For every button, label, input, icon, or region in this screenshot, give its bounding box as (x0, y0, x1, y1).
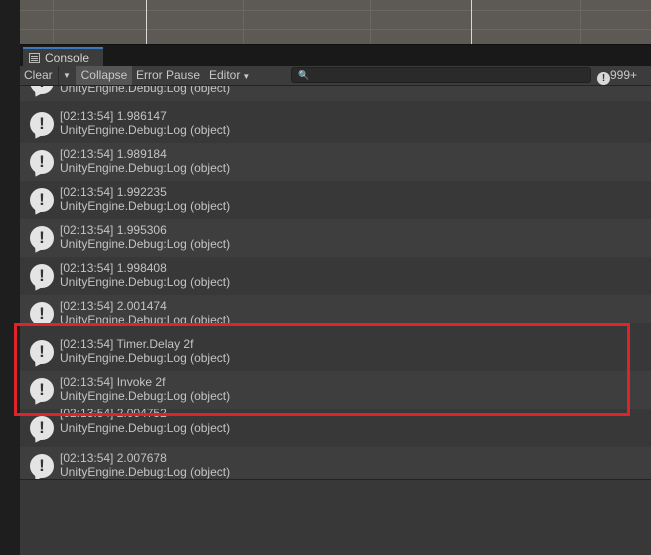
scene-view[interactable] (20, 0, 651, 44)
grid-line (146, 0, 147, 44)
clear-button[interactable]: Clear (24, 66, 53, 85)
editor-dropdown[interactable]: Editor ▼ (209, 66, 250, 85)
info-icon: ! (30, 86, 54, 94)
clear-options-dropdown[interactable]: ▼ (58, 66, 75, 85)
info-icon: ! (30, 226, 54, 250)
log-message: [02:13:54] Timer.Delay 2f (60, 337, 194, 351)
log-entry[interactable]: ! [02:13:54] 1.998408 UnityEngine.Debug:… (20, 257, 651, 295)
log-message: [02:13:54] Invoke 2f (60, 375, 166, 389)
info-icon: ! (30, 112, 54, 136)
grid-line (243, 0, 244, 44)
log-entry[interactable]: ! [02:13:54] 2.001474 UnityEngine.Debug:… (20, 295, 651, 323)
error-pause-toggle[interactable]: Error Pause (136, 66, 200, 85)
log-stacktrace: UnityEngine.Debug:Log (object) (60, 275, 231, 289)
log-entry[interactable]: ! [02:13:54] 2.004752 UnityEngine.Debug:… (20, 409, 651, 447)
log-entry[interactable]: ! [02:13:54] 1.989184 UnityEngine.Debug:… (20, 143, 651, 181)
message-count-label: 999+ (610, 68, 638, 82)
tab-console[interactable]: Console (23, 47, 103, 67)
log-stacktrace: UnityEngine.Debug:Log (object) (60, 86, 231, 95)
log-message: [02:13:54] 1.998408 (60, 261, 167, 275)
log-stacktrace: UnityEngine.Debug:Log (object) (60, 389, 231, 403)
log-message: [02:13:54] 1.986147 (60, 109, 167, 123)
search-icon: 🔍 (298, 70, 310, 80)
log-entry[interactable]: ! [02:13:54] 1.986147 UnityEngine.Debug:… (20, 105, 651, 143)
log-stacktrace: UnityEngine.Debug:Log (object) (60, 123, 231, 137)
console-icon (29, 53, 40, 63)
left-panel-edge (0, 0, 20, 555)
info-icon: ! (30, 378, 54, 402)
log-entry[interactable]: ! [02:13:54] 1.995306 UnityEngine.Debug:… (20, 219, 651, 257)
log-message: [02:13:54] 1.995306 (60, 223, 167, 237)
editor-dropdown-label: Editor (209, 68, 241, 82)
grid-line (20, 10, 651, 11)
grid-line (53, 0, 54, 44)
log-entry[interactable]: ! [02:13:54] 1.992235 UnityEngine.Debug:… (20, 181, 651, 219)
log-stacktrace: UnityEngine.Debug:Log (object) (60, 161, 231, 175)
log-message: [02:13:54] 2.001474 (60, 299, 167, 313)
log-list[interactable]: ! UnityEngine.Debug:Log (object) ! [02:1… (20, 86, 651, 479)
grid-line (580, 0, 581, 44)
log-entry[interactable]: ! [02:13:54] Timer.Delay 2f UnityEngine.… (20, 333, 651, 371)
log-stacktrace: UnityEngine.Debug:Log (object) (60, 313, 231, 323)
info-icon: ! (597, 72, 610, 85)
info-icon: ! (30, 264, 54, 288)
grid-line (370, 0, 371, 44)
log-stacktrace: UnityEngine.Debug:Log (object) (60, 465, 231, 479)
log-stacktrace: UnityEngine.Debug:Log (object) (60, 237, 231, 251)
log-message: [02:13:54] 2.007678 (60, 451, 167, 465)
tab-console-label: Console (45, 51, 90, 65)
log-entry[interactable]: ! [02:13:54] Invoke 2f UnityEngine.Debug… (20, 371, 651, 409)
console-toolbar: Clear ▼ Collapse Error Pause Editor ▼ 🔍 !… (20, 66, 651, 86)
info-icon: ! (30, 150, 54, 174)
log-message: [02:13:54] 2.004752 (60, 409, 167, 420)
tab-bar: Console (20, 44, 651, 67)
log-entry[interactable]: ! UnityEngine.Debug:Log (object) (20, 86, 651, 101)
info-icon: ! (30, 454, 54, 478)
info-icon: ! (30, 416, 54, 440)
info-icon: ! (30, 340, 54, 364)
message-count-toggle[interactable]: ! 999+ (597, 66, 637, 85)
grid-line (20, 29, 651, 30)
stacktrace-detail-pane[interactable] (20, 479, 651, 555)
log-message: [02:13:54] 1.989184 (60, 147, 167, 161)
collapse-toggle[interactable]: Collapse (76, 66, 132, 85)
chevron-down-icon: ▼ (63, 71, 71, 80)
log-stacktrace: UnityEngine.Debug:Log (object) (60, 199, 231, 213)
log-message: [02:13:54] 1.992235 (60, 185, 167, 199)
search-input[interactable]: 🔍 (291, 67, 591, 83)
info-icon: ! (30, 302, 54, 323)
info-icon: ! (30, 188, 54, 212)
log-stacktrace: UnityEngine.Debug:Log (object) (60, 351, 231, 365)
chevron-down-icon: ▼ (242, 72, 251, 81)
log-stacktrace: UnityEngine.Debug:Log (object) (60, 421, 231, 435)
grid-line (471, 0, 472, 44)
log-entry[interactable]: ! [02:13:54] 2.007678 UnityEngine.Debug:… (20, 447, 651, 479)
